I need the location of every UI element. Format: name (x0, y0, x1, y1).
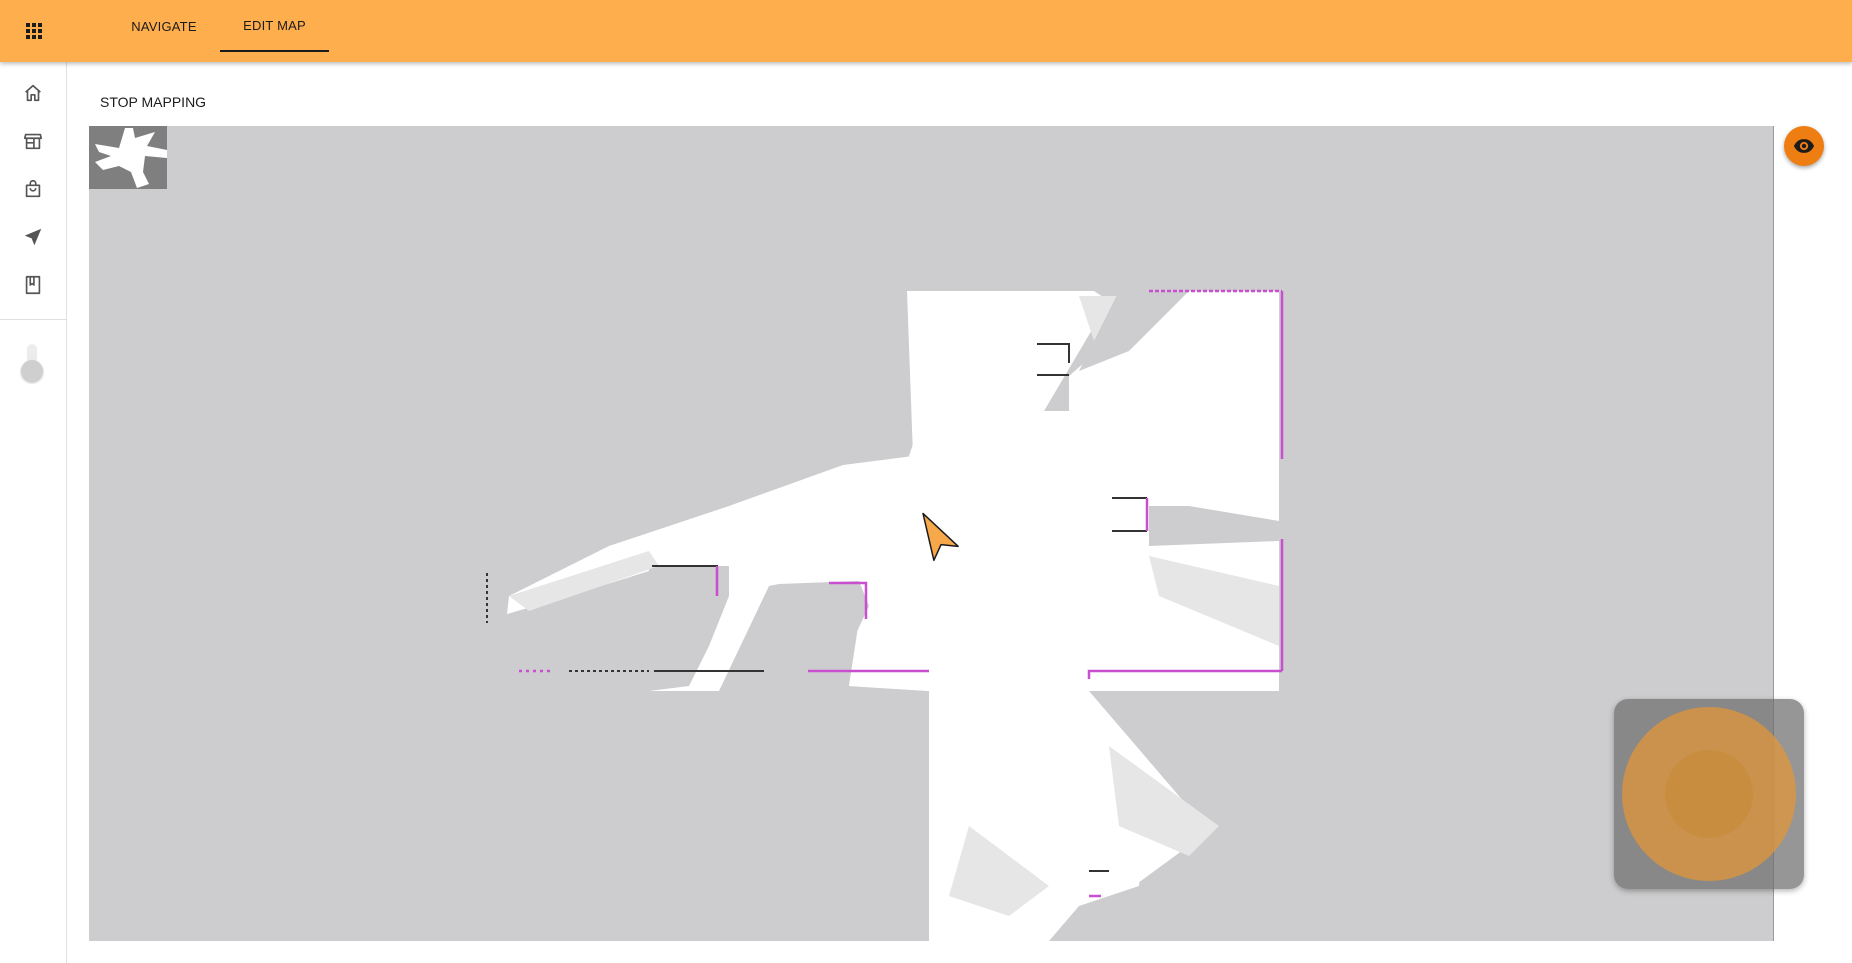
sidebar-item-navigation[interactable] (18, 222, 48, 252)
sidebar (0, 62, 67, 963)
store-icon (23, 133, 43, 150)
stop-mapping-label: STOP MAPPING (100, 94, 207, 110)
tab-edit-map-label: EDIT MAP (243, 17, 306, 33)
navigation-arrow-icon (24, 228, 42, 246)
stop-mapping-button[interactable]: STOP MAPPING (94, 88, 212, 116)
home-icon (25, 84, 41, 102)
tab-navigate-label: NAVIGATE (131, 18, 197, 34)
minimap[interactable] (89, 126, 167, 189)
apps-menu-button[interactable] (20, 17, 48, 45)
joystick-pad[interactable] (1614, 699, 1804, 889)
visibility-toggle-button[interactable] (1784, 126, 1824, 166)
sidebar-toggle-switch[interactable] (21, 342, 43, 382)
sidebar-item-store[interactable] (18, 126, 48, 156)
tab-navigate[interactable]: NAVIGATE (112, 0, 216, 52)
bookmark-icon (25, 275, 41, 295)
eye-icon (1793, 139, 1815, 153)
shopping-bag-icon (25, 179, 41, 198)
apps-grid-icon (26, 23, 42, 39)
sidebar-item-bookmarks[interactable] (18, 270, 48, 300)
joystick-knob[interactable] (1665, 750, 1753, 838)
top-app-bar: NAVIGATE EDIT MAP (0, 0, 1852, 62)
sidebar-item-orders[interactable] (18, 174, 48, 204)
sidebar-divider (0, 319, 67, 320)
occupancy-map (486, 289, 1284, 941)
toggle-thumb (21, 360, 43, 382)
minimap-thumbnail (95, 128, 167, 188)
tab-edit-map[interactable]: EDIT MAP (220, 0, 329, 52)
map-canvas[interactable] (89, 126, 1774, 941)
sidebar-item-home[interactable] (18, 78, 48, 108)
